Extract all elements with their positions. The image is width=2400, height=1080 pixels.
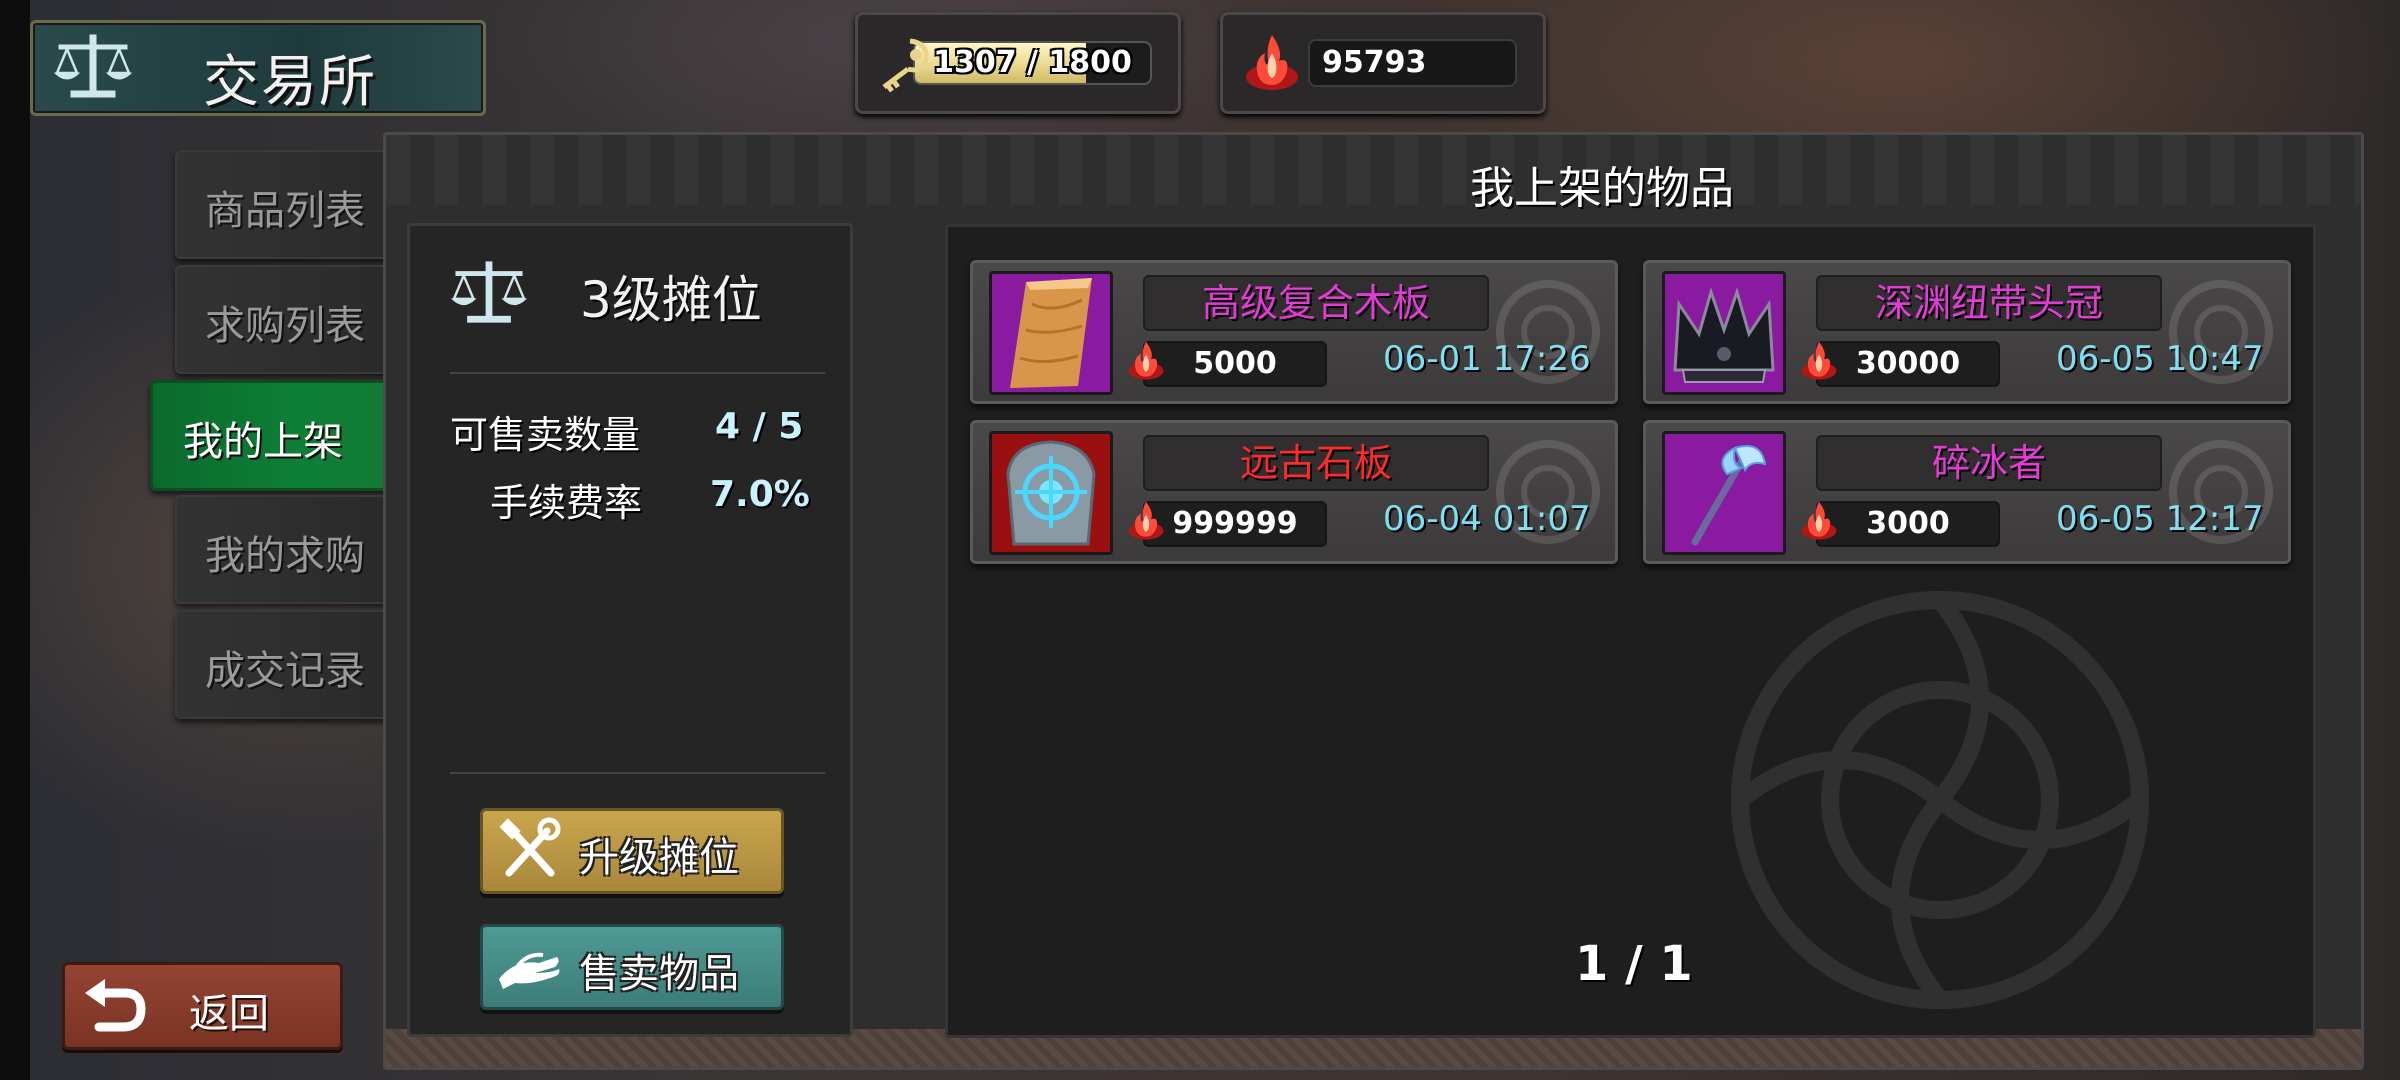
item-price: 3000 <box>1816 501 2000 547</box>
sell-item-button[interactable]: 售卖物品 <box>480 924 784 1010</box>
emblem-watermark <box>2169 280 2273 384</box>
tools-icon <box>499 817 561 877</box>
stamina-bar: 1307 / 1800 <box>913 41 1152 85</box>
stall-panel: 3级摊位 可售卖数量 4 / 5 手续费率 7.0% 升级摊位 售卖物品 <box>407 223 853 1037</box>
currency-amount: 95793 <box>1322 45 1427 80</box>
nav-tab-label: 求购列表 <box>205 303 365 349</box>
listing-card[interactable]: 高级复合木板 5000 06-01 17:26 <box>970 260 1618 404</box>
scales-icon <box>450 261 528 323</box>
page-title: 交易所 <box>203 50 377 115</box>
upgrade-stall-button[interactable]: 升级摊位 <box>480 808 784 894</box>
listing-card[interactable]: 深渊纽带头冠 30000 06-05 10:47 <box>1643 260 2291 404</box>
return-arrow-icon <box>85 979 146 1032</box>
wood-plank-icon <box>1010 278 1092 388</box>
nav-tab-my-listings[interactable]: 我的上架 <box>150 380 396 491</box>
upgrade-stall-label: 升级摊位 <box>579 835 739 881</box>
item-price: 5000 <box>1143 341 1327 387</box>
sell-count-value: 4 / 5 <box>715 406 804 447</box>
back-label: 返回 <box>189 991 269 1037</box>
sell-item-label: 售卖物品 <box>579 951 739 997</box>
ornament-watermark <box>1731 591 2149 1009</box>
rune-stone-icon <box>1006 440 1096 546</box>
item-thumbnail <box>1662 431 1786 555</box>
nav-tab-buy-orders[interactable]: 求购列表 <box>175 265 394 374</box>
item-name: 高级复合木板 <box>1143 275 1489 331</box>
flame-currency-icon <box>1801 341 1837 380</box>
scales-icon <box>53 34 133 98</box>
listing-card[interactable]: 远古石板 999999 06-04 01:07 <box>970 420 1618 564</box>
title-plate: 交易所 <box>30 20 486 116</box>
ice-axe-icon <box>1691 445 1767 546</box>
flame-currency-icon <box>1801 501 1837 540</box>
divider <box>450 372 825 374</box>
nav-tab-label: 商品列表 <box>205 188 365 234</box>
nav-tab-my-buy-orders[interactable]: 我的求购 <box>175 495 394 604</box>
currency-display: 95793 <box>1220 12 1546 114</box>
item-name: 深渊纽带头冠 <box>1816 275 2162 331</box>
currency-bar: 95793 <box>1308 39 1517 87</box>
item-name: 远古石板 <box>1143 435 1489 491</box>
emblem-watermark <box>2169 440 2273 544</box>
flame-currency-icon <box>1128 501 1164 540</box>
emblem-watermark <box>1496 280 1600 384</box>
panel-decoration <box>386 135 2361 205</box>
fee-rate-value: 7.0% <box>710 474 810 515</box>
stamina-display: 1307 / 1800 <box>855 12 1181 114</box>
page-indicator: 1 / 1 <box>1575 936 1693 992</box>
item-thumbnail <box>989 271 1113 395</box>
fee-rate-label: 手续费率 <box>490 481 643 525</box>
sell-count-label: 可售卖数量 <box>450 413 641 457</box>
item-thumbnail <box>989 431 1113 555</box>
flame-currency-icon <box>1128 341 1164 380</box>
nav-tab-label: 成交记录 <box>205 648 365 694</box>
stamina-text: 1307 / 1800 <box>933 45 1132 80</box>
listing-card[interactable]: 碎冰者 3000 06-05 12:17 <box>1643 420 2291 564</box>
stall-level-title: 3级摊位 <box>580 271 762 329</box>
item-name: 碎冰者 <box>1816 435 2162 491</box>
nav-tab-label: 我的上架 <box>183 419 343 465</box>
nav-tab-goods-list[interactable]: 商品列表 <box>175 150 394 259</box>
hand-offer-icon <box>499 952 560 989</box>
flame-currency-icon <box>1246 35 1298 90</box>
emblem-watermark <box>1496 440 1600 544</box>
item-thumbnail <box>1662 271 1786 395</box>
screen-edge <box>0 0 30 1080</box>
item-price: 30000 <box>1816 341 2000 387</box>
nav-tab-label: 我的求购 <box>205 533 365 579</box>
item-price: 999999 <box>1143 501 1327 547</box>
divider <box>450 772 825 774</box>
key-icon <box>882 38 929 93</box>
listings-title: 我上架的物品 <box>1470 163 1734 214</box>
dark-crown-icon <box>1673 286 1775 383</box>
nav-tab-trade-history[interactable]: 成交记录 <box>175 610 394 719</box>
back-button[interactable]: 返回 <box>62 962 343 1050</box>
